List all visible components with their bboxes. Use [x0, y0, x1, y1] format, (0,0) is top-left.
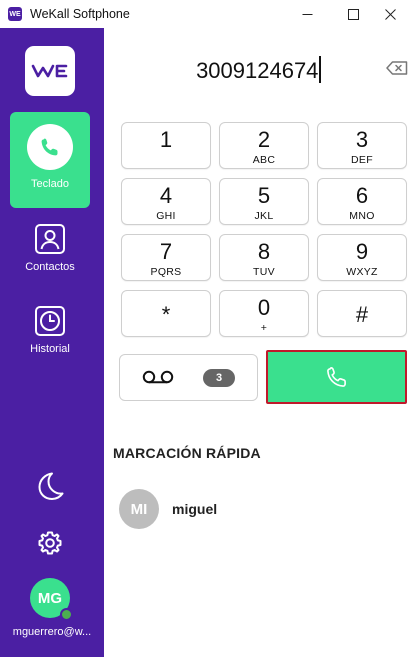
sidebar-item-teclado[interactable]: Teclado	[10, 112, 90, 208]
key-5[interactable]: 5 JKL	[219, 178, 309, 225]
voicemail-icon	[142, 370, 174, 384]
contact-name: miguel	[172, 501, 218, 517]
sidebar-item-label: Historial	[30, 343, 70, 355]
key-9[interactable]: 9 WXYZ	[317, 234, 407, 281]
sidebar-item-label: Teclado	[31, 178, 69, 190]
key-4[interactable]: 4 GHI	[121, 178, 211, 225]
wekall-logo-mark	[31, 64, 68, 78]
voicemail-count-badge: 3	[203, 369, 235, 387]
contact-card-icon	[34, 223, 66, 255]
dialer-panel: 3009124674 1 2 ABC 3 DEF 4 GHI 5 JKL 6 MNO 7P…	[104, 28, 413, 657]
backspace-icon	[386, 61, 408, 75]
dial-number-text: 3009124674	[196, 58, 319, 83]
phone-icon	[326, 366, 346, 387]
user-avatar[interactable]: MG	[30, 578, 73, 621]
key-3[interactable]: 3 DEF	[317, 122, 407, 169]
user-email[interactable]: mguerrero@w...	[0, 626, 104, 638]
minimize-button[interactable]	[284, 0, 330, 28]
voicemail-button[interactable]: 3	[119, 354, 258, 401]
key-0[interactable]: 0 +	[219, 290, 309, 337]
contact-avatar: MI	[119, 489, 159, 529]
text-cursor	[319, 56, 321, 83]
key-1[interactable]: 1	[121, 122, 211, 169]
call-button[interactable]	[266, 350, 407, 404]
title-bar: WE WeKall Softphone	[0, 0, 413, 28]
key-hash[interactable]: #	[317, 290, 407, 337]
close-button[interactable]	[367, 0, 413, 28]
sidebar-item-historial[interactable]: Historial	[10, 300, 90, 396]
status-indicator	[60, 608, 73, 621]
key-2[interactable]: 2 ABC	[219, 122, 309, 169]
user-initials: MG	[37, 589, 63, 607]
gear-icon[interactable]	[37, 530, 63, 561]
window-title: WeKall Softphone	[30, 7, 130, 21]
key-6[interactable]: 6 MNO	[317, 178, 407, 225]
dial-number-input[interactable]: 3009124674	[104, 56, 413, 84]
wekall-logo	[25, 46, 75, 96]
close-icon	[384, 8, 396, 20]
minimize-icon	[302, 13, 312, 15]
clock-icon	[34, 305, 66, 337]
phone-icon	[27, 124, 73, 170]
speed-dial-title: MARCACIÓN RÁPIDA	[113, 445, 261, 461]
key-8[interactable]: 8 TUV	[219, 234, 309, 281]
moon-icon[interactable]	[34, 470, 66, 507]
app-icon: WE	[8, 7, 22, 21]
maximize-icon	[347, 8, 359, 20]
sidebar-item-label: Contactos	[25, 261, 75, 273]
sidebar: Teclado Contactos Historial MG mguerrero…	[0, 28, 104, 657]
backspace-button[interactable]	[386, 61, 408, 80]
key-star[interactable]: *	[121, 290, 211, 337]
key-7[interactable]: 7 PQRS	[121, 234, 211, 281]
speed-dial-contact[interactable]: MI miguel	[119, 489, 217, 529]
